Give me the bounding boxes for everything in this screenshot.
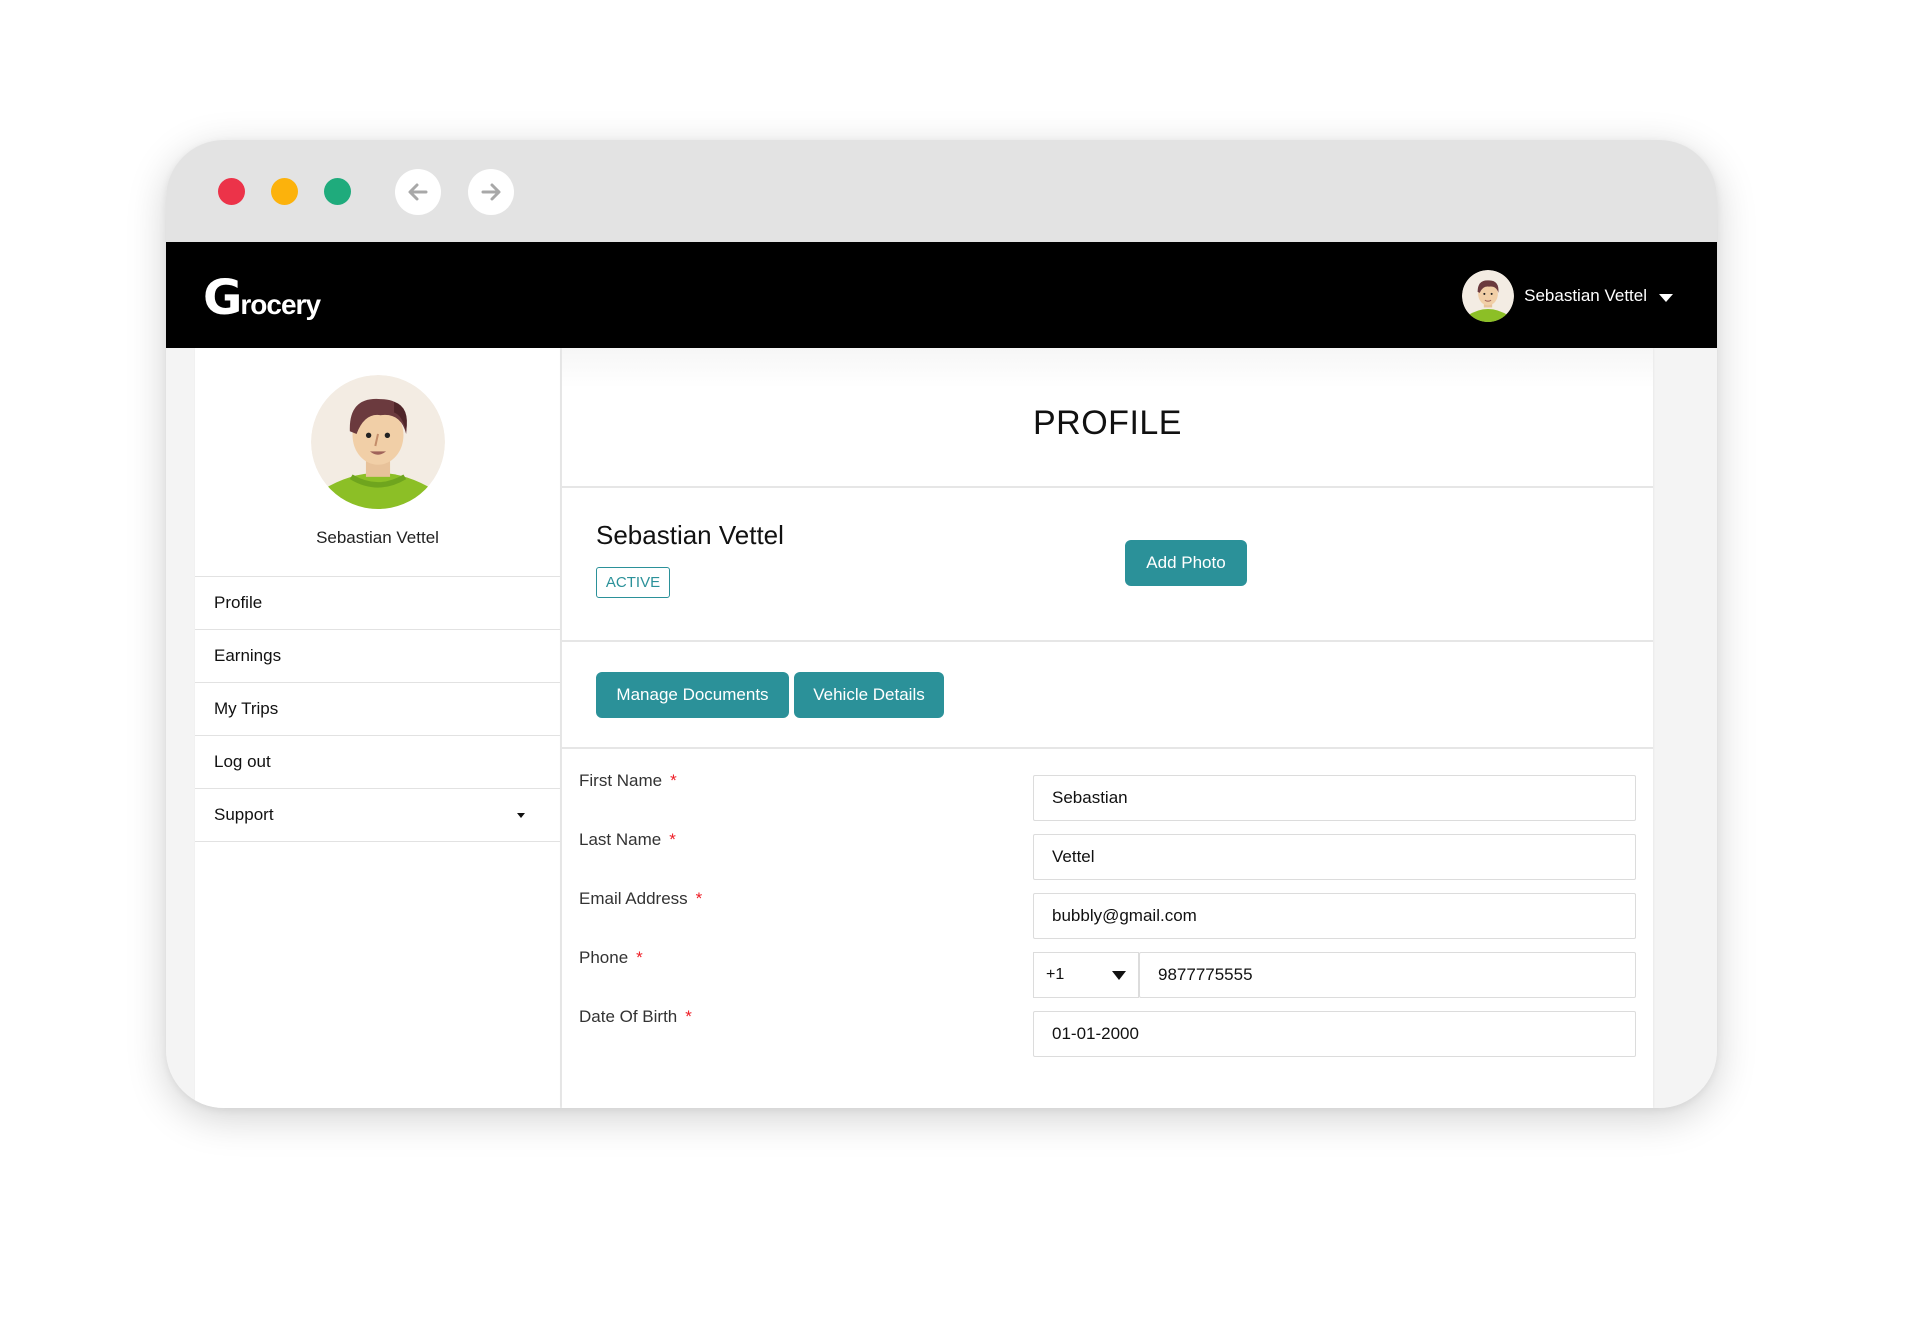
date-of-birth-field[interactable] xyxy=(1033,1011,1636,1057)
profile-panel: PROFILE Sebastian Vettel ACTIVE Add Phot… xyxy=(562,348,1653,1108)
required-mark: * xyxy=(636,948,643,967)
forward-button[interactable] xyxy=(468,169,514,215)
arrow-left-icon xyxy=(408,183,428,201)
profile-avatar xyxy=(311,375,445,509)
close-window-button[interactable] xyxy=(218,178,245,205)
caret-down-icon xyxy=(1659,293,1673,302)
label-text: Date Of Birth xyxy=(579,1007,678,1026)
first-name-label: First Name * xyxy=(579,771,677,791)
label-text: Email Address xyxy=(579,889,688,908)
grocery-logo[interactable]: G rocery xyxy=(203,270,321,326)
sidebar-item-my-trips[interactable]: My Trips xyxy=(195,683,560,736)
avatar xyxy=(1462,270,1515,322)
phone-row: Phone * +1 xyxy=(562,926,1653,998)
avatar-illustration-icon xyxy=(1462,270,1515,322)
sidebar-item-support[interactable]: Support xyxy=(195,789,560,842)
user-menu[interactable]: Sebastian Vettel xyxy=(1462,270,1673,322)
last-name-row: Last Name * xyxy=(562,808,1653,880)
email-label: Email Address * xyxy=(579,889,702,909)
maximize-window-button[interactable] xyxy=(324,178,351,205)
last-name-label: Last Name * xyxy=(579,830,676,850)
required-mark: * xyxy=(670,771,677,790)
profile-name: Sebastian Vettel xyxy=(596,520,784,550)
first-name-row: First Name * xyxy=(562,749,1653,821)
sidebar-item-earnings[interactable]: Earnings xyxy=(195,630,560,683)
browser-window: G rocery Sebastian Vettel Sebastian Vett… xyxy=(166,140,1717,1108)
sidebar: Sebastian Vettel Profile Earnings My Tri… xyxy=(195,348,560,1108)
logo-initial: G xyxy=(203,270,243,326)
label-text: First Name xyxy=(579,771,663,790)
back-button[interactable] xyxy=(395,169,441,215)
caret-down-icon xyxy=(1112,971,1126,980)
arrow-right-icon xyxy=(481,183,501,201)
vehicle-details-button[interactable]: Vehicle Details xyxy=(794,672,944,718)
required-mark: * xyxy=(695,889,703,908)
dob-row: Date Of Birth * xyxy=(562,985,1653,1057)
label-text: Phone xyxy=(579,948,629,967)
logo-wordmark: rocery xyxy=(240,289,321,320)
sidebar-item-log-out[interactable]: Log out xyxy=(195,736,560,789)
manage-documents-button[interactable]: Manage Documents xyxy=(596,672,789,718)
sidebar-item-profile[interactable]: Profile xyxy=(195,577,560,630)
phone-label: Phone * xyxy=(579,948,643,968)
country-code-value: +1 xyxy=(1046,966,1065,983)
required-mark: * xyxy=(685,1007,692,1026)
add-photo-button[interactable]: Add Photo xyxy=(1125,540,1247,586)
label-text: Last Name xyxy=(579,830,662,849)
email-row: Email Address * xyxy=(562,867,1653,939)
browser-chrome xyxy=(166,140,1717,242)
sidebar-item-label: Log out xyxy=(214,752,271,771)
sidebar-item-label: Support xyxy=(214,805,274,824)
profile-actions: Manage Documents Vehicle Details xyxy=(562,642,1653,749)
profile-summary: Sebastian Vettel ACTIVE Add Photo xyxy=(562,488,1653,642)
page-title: PROFILE xyxy=(1033,404,1182,442)
sidebar-item-label: Earnings xyxy=(214,646,282,665)
dob-label: Date Of Birth * xyxy=(579,1007,692,1027)
minimize-window-button[interactable] xyxy=(271,178,298,205)
panel-header: PROFILE xyxy=(562,348,1653,488)
avatar-illustration-icon xyxy=(311,375,445,509)
caret-down-icon xyxy=(517,813,525,818)
sidebar-item-label: Profile xyxy=(214,593,263,612)
app-header: G rocery Sebastian Vettel xyxy=(166,242,1717,348)
sidebar-menu: Profile Earnings My Trips Log out Suppor… xyxy=(195,576,560,842)
page-content: Sebastian Vettel Profile Earnings My Tri… xyxy=(166,348,1717,1108)
sidebar-user-name: Sebastian Vettel xyxy=(316,528,439,547)
required-mark: * xyxy=(669,830,676,849)
sidebar-item-label: My Trips xyxy=(214,699,279,718)
header-user-name: Sebastian Vettel xyxy=(1524,286,1647,305)
status-badge: ACTIVE xyxy=(596,567,670,598)
